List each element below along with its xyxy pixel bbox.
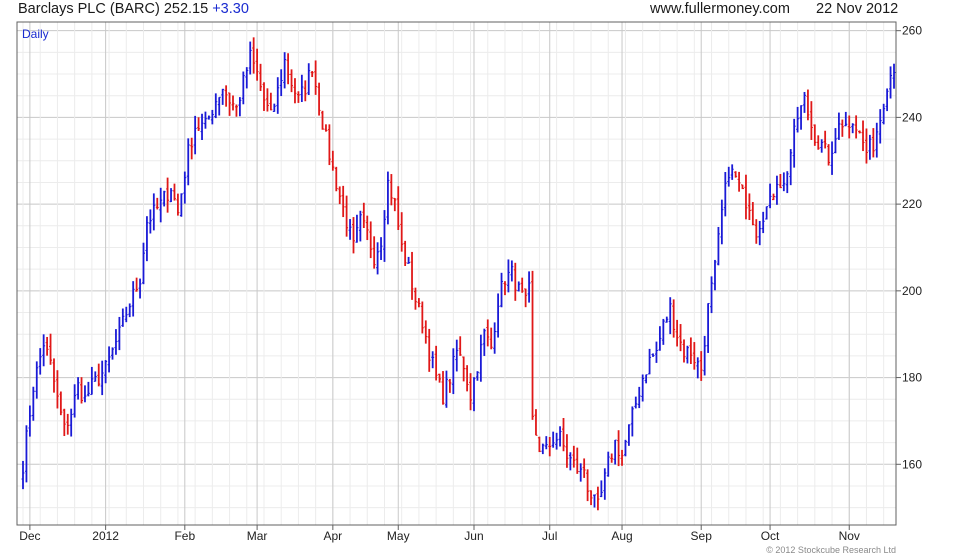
x-tick-label: Jun	[464, 529, 483, 543]
y-tick-label: 160	[902, 457, 922, 471]
x-tick-label: Aug	[611, 529, 632, 543]
x-tick-label: Nov	[839, 529, 860, 543]
x-tick-label: Dec	[19, 529, 40, 543]
x-tick-label: 2012	[92, 529, 119, 543]
plot-frame	[16, 21, 897, 526]
y-tick-label: 240	[902, 110, 922, 124]
price-chart: 160 180 200 220 240 260 Dec 2012 Feb Mar Apr May Jun…	[16, 21, 922, 543]
y-tick-label: 180	[902, 371, 922, 385]
x-tick-label: May	[387, 529, 410, 543]
x-tick-label: Mar	[247, 529, 268, 543]
y-tick-label: 260	[902, 24, 922, 38]
x-tick-label: Apr	[323, 529, 342, 543]
x-tick-label: Feb	[174, 529, 195, 543]
y-tick-label: 200	[902, 284, 922, 298]
x-tick-label: Jul	[542, 529, 557, 543]
period-label: Daily	[22, 27, 49, 41]
y-tick-label: 220	[902, 197, 922, 211]
copyright-label: © 2012 Stockcube Research Ltd	[766, 545, 896, 555]
x-tick-label: Oct	[761, 529, 780, 543]
x-tick-label: Sep	[691, 529, 713, 543]
